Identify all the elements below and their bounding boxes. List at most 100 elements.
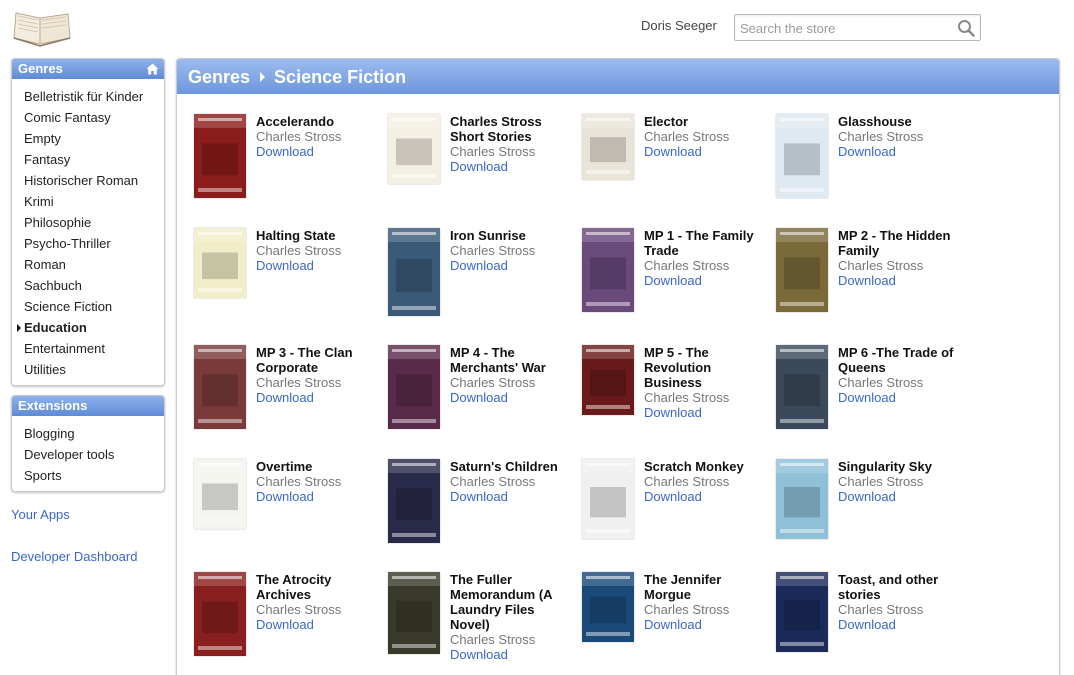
genre-item[interactable]: Comic Fantasy [12, 107, 164, 128]
download-link[interactable]: Download [644, 489, 769, 504]
genre-item[interactable]: Fantasy [12, 149, 164, 170]
download-link[interactable]: Download [838, 273, 963, 288]
genre-item[interactable]: Psycho-Thriller [12, 233, 164, 254]
book-title[interactable]: MP 3 - The Clan Corporate [256, 345, 381, 375]
book-title[interactable]: Glasshouse [838, 114, 963, 129]
genre-item[interactable]: Roman [12, 254, 164, 275]
your-apps-link[interactable]: Your Apps [11, 507, 70, 522]
book-author: Charles Stross [644, 390, 730, 405]
search-input[interactable] [740, 19, 950, 37]
developer-dashboard-link[interactable]: Developer Dashboard [11, 549, 137, 564]
download-link[interactable]: Download [838, 390, 963, 405]
genre-item[interactable]: Philosophie [12, 212, 164, 233]
download-link[interactable]: Download [256, 617, 381, 632]
book-title[interactable]: MP 1 - The Family Trade [644, 228, 769, 258]
download-link[interactable]: Download [450, 489, 575, 504]
genre-item[interactable]: Science Fiction [12, 296, 164, 317]
genre-item[interactable]: Sachbuch [12, 275, 164, 296]
book-author: Charles Stross [256, 129, 342, 144]
download-link[interactable]: Download [450, 647, 575, 662]
book-cover[interactable] [776, 572, 828, 652]
download-link[interactable]: Download [838, 144, 963, 159]
genre-item[interactable]: Krimi [12, 191, 164, 212]
genre-item[interactable]: Empty [12, 128, 164, 149]
book-cover[interactable] [194, 572, 246, 656]
download-link[interactable]: Download [644, 617, 769, 632]
book-cover[interactable] [388, 572, 440, 654]
book-title[interactable]: Elector [644, 114, 769, 129]
home-icon[interactable] [146, 63, 159, 75]
book-title[interactable]: Scratch Monkey [644, 459, 769, 474]
book-title[interactable]: MP 6 -The Trade of Queens [838, 345, 963, 375]
download-link[interactable]: Download [256, 390, 381, 405]
breadcrumb-genres[interactable]: Genres [188, 60, 250, 94]
download-link[interactable]: Download [838, 489, 963, 504]
book-cover[interactable] [194, 459, 246, 529]
book-cover[interactable] [582, 228, 634, 312]
download-link[interactable]: Download [256, 489, 381, 504]
user-name: Doris Seeger [641, 18, 717, 33]
book-title[interactable]: MP 2 - The Hidden Family [838, 228, 963, 258]
book-cover[interactable] [582, 114, 634, 180]
book-author: Charles Stross [450, 375, 536, 390]
book-cover[interactable] [776, 459, 828, 539]
book-cover[interactable] [582, 459, 634, 539]
book-title[interactable]: Toast, and other stories [838, 572, 963, 602]
download-link[interactable]: Download [256, 258, 381, 273]
search-icon[interactable] [957, 19, 975, 37]
book-title[interactable]: Halting State [256, 228, 381, 243]
book-title[interactable]: Saturn's Children [450, 459, 575, 474]
book-title[interactable]: The Jennifer Morgue [644, 572, 769, 602]
book-title[interactable]: Iron Sunrise [450, 228, 575, 243]
book-cover[interactable] [194, 345, 246, 429]
extensions-header: Extensions [12, 396, 164, 416]
book-cover[interactable] [776, 114, 828, 198]
genre-item[interactable]: Utilities [12, 359, 164, 380]
book-cover[interactable] [388, 345, 440, 429]
book-cover[interactable] [776, 228, 828, 312]
book-author: Charles Stross [838, 258, 924, 273]
book-title[interactable]: The Fuller Memorandum (A Laundry Files N… [450, 572, 575, 632]
book-cover[interactable] [582, 572, 634, 642]
book-cover[interactable] [388, 228, 440, 316]
book-title[interactable]: MP 5 - The Revolution Business [644, 345, 769, 390]
book-title[interactable]: MP 4 - The Merchants' War [450, 345, 575, 375]
book-info: Accelerando Charles Stross Download [256, 114, 381, 159]
extension-item[interactable]: Developer tools [12, 444, 164, 465]
download-link[interactable]: Download [838, 617, 963, 632]
book-cover[interactable] [388, 459, 440, 543]
download-link[interactable]: Download [256, 144, 381, 159]
book-info: Charles Stross Short Stories Charles Stro… [450, 114, 575, 174]
extensions-panel: Extensions Blogging Developer tools Spor… [11, 395, 165, 492]
book-title[interactable]: Accelerando [256, 114, 381, 129]
genres-title: Genres [18, 61, 63, 76]
genre-item[interactable]: Historischer Roman [12, 170, 164, 191]
search-box[interactable] [734, 14, 981, 41]
book-info: Iron Sunrise Charles Stross Download [450, 228, 575, 273]
genre-item-active[interactable]: Education [12, 317, 164, 338]
download-link[interactable]: Download [644, 405, 769, 420]
book-cover[interactable] [582, 345, 634, 415]
genre-item[interactable]: Entertainment [12, 338, 164, 359]
book-title[interactable]: The Atrocity Archives [256, 572, 381, 602]
download-link[interactable]: Download [450, 159, 575, 174]
genre-item[interactable]: Belletristik für Kinder [12, 86, 164, 107]
book-cover[interactable] [776, 345, 828, 429]
selected-arrow-icon [17, 324, 21, 332]
genres-header: Genres [12, 59, 164, 79]
download-link[interactable]: Download [644, 273, 769, 288]
book-title[interactable]: Singularity Sky [838, 459, 963, 474]
book-info: Glasshouse Charles Stross Download [838, 114, 963, 159]
extension-item[interactable]: Blogging [12, 423, 164, 444]
book-title[interactable]: Overtime [256, 459, 381, 474]
book-cover[interactable] [388, 114, 440, 184]
download-link[interactable]: Download [644, 144, 769, 159]
extension-item[interactable]: Sports [12, 465, 164, 486]
book-title[interactable]: Charles Stross Short Stories [450, 114, 575, 144]
book-info: Elector Charles Stross Download [644, 114, 769, 159]
book-cover[interactable] [194, 114, 246, 198]
store-logo[interactable] [10, 8, 76, 48]
download-link[interactable]: Download [450, 258, 575, 273]
book-cover[interactable] [194, 228, 246, 298]
download-link[interactable]: Download [450, 390, 575, 405]
